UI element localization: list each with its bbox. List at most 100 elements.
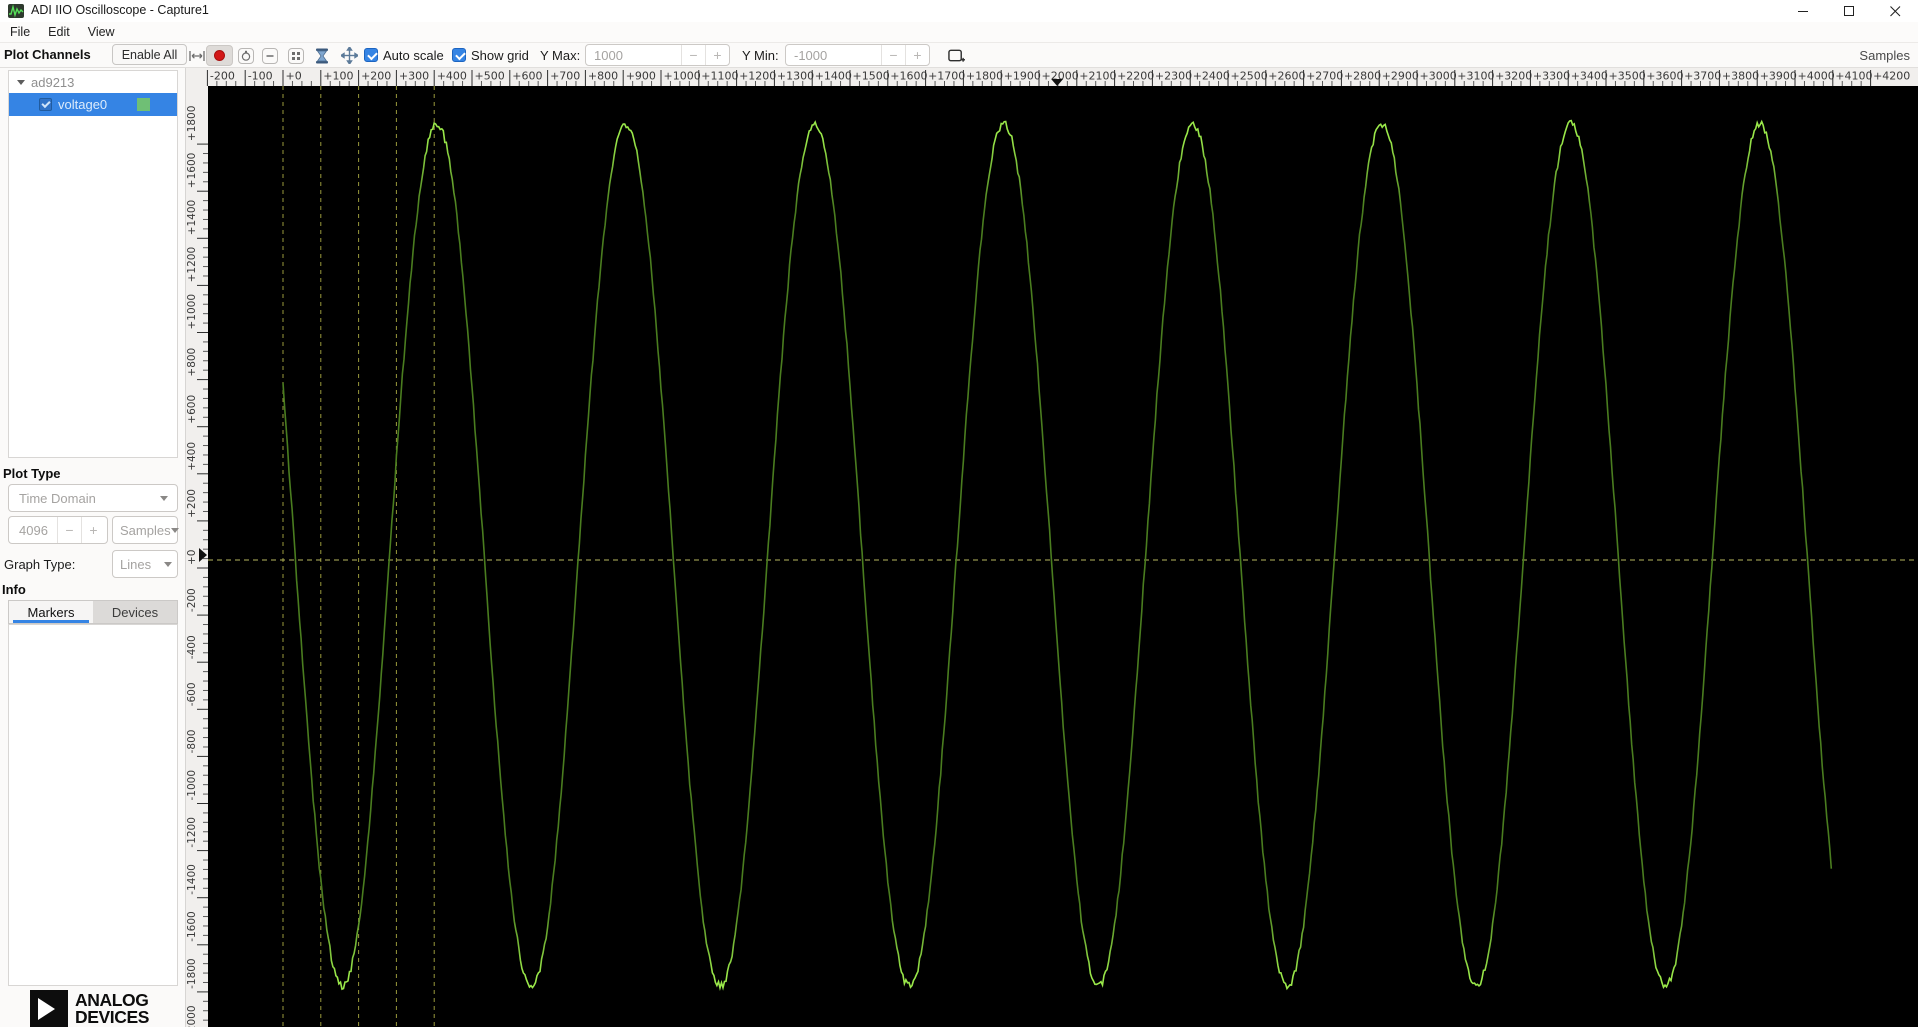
plot-background[interactable] <box>208 86 1918 1027</box>
x-tick-label: +100 <box>323 70 353 83</box>
sample-count-spinbox: − + <box>8 516 108 544</box>
tab-markers[interactable]: Markers <box>9 601 93 623</box>
channel-row-voltage0[interactable]: voltage0 <box>9 93 177 116</box>
analog-devices-logo: ANALOG DEVICES <box>30 990 149 1027</box>
y-tick-label: +1400 <box>186 200 198 236</box>
zoom-fit-icon[interactable] <box>287 47 304 64</box>
y-max-increment-button[interactable]: + <box>705 45 729 65</box>
x-tick-label: +800 <box>588 70 618 83</box>
x-tick-label: +3400 <box>1571 70 1608 83</box>
y-tick-label: +400 <box>186 442 198 471</box>
menu-file[interactable]: File <box>0 25 39 39</box>
y-tick-label: +800 <box>186 348 198 377</box>
channel-color-swatch[interactable] <box>137 98 150 111</box>
x-tick-label: +3800 <box>1722 70 1759 83</box>
sample-count-decrement-button[interactable]: − <box>57 517 81 543</box>
y-tick-label: -1000 <box>186 770 198 801</box>
graph-type-dropdown[interactable]: Lines <box>112 550 178 578</box>
expander-icon[interactable] <box>17 79 25 85</box>
show-grid-checkbox[interactable] <box>452 48 466 62</box>
titlebar[interactable]: ADI IIO Oscilloscope - Capture1 <box>0 0 1918 22</box>
show-grid-label: Show grid <box>471 48 529 63</box>
sample-count-increment-button[interactable]: + <box>81 517 105 543</box>
new-plot-icon[interactable] <box>948 47 965 64</box>
minimize-button[interactable] <box>1780 0 1826 22</box>
record-button[interactable] <box>206 45 233 66</box>
enable-all-button[interactable]: Enable All <box>112 44 187 65</box>
x-tick-label: +1500 <box>853 70 890 83</box>
x-tick-label: +1700 <box>928 70 965 83</box>
x-tick-label: +3600 <box>1646 70 1683 83</box>
maximize-button[interactable] <box>1826 0 1872 22</box>
y-max-input[interactable] <box>586 45 681 65</box>
menubar: File Edit View <box>0 22 1918 43</box>
oscilloscope-plot[interactable]: -200 -100 +0 +100 +200 +300 +400 +500 +600 +700 +8… <box>186 68 1918 1027</box>
chevron-down-icon <box>160 495 168 501</box>
plot-type-dropdown[interactable]: Time Domain <box>8 484 178 512</box>
x-tick-label: +2800 <box>1344 70 1381 83</box>
y-tick-label: -200 <box>186 588 198 612</box>
sample-count-input[interactable] <box>9 517 57 543</box>
x-tick-label: +2300 <box>1155 70 1192 83</box>
device-name: ad9213 <box>31 74 75 90</box>
adi-triangle-icon <box>30 990 68 1027</box>
y-tick-label: +1800 <box>186 106 198 142</box>
x-tick-label: +1600 <box>890 70 927 83</box>
x-tick-label: +300 <box>399 70 429 83</box>
y-min-decrement-button[interactable]: − <box>881 45 905 65</box>
sidebar: ad9213 voltage0 Plot Type Time Domain − … <box>0 68 186 1027</box>
y-tick-label: +0 <box>186 550 198 565</box>
logo-line2: DEVICES <box>75 1007 150 1027</box>
x-tick-label: +2600 <box>1268 70 1305 83</box>
stopwatch-icon[interactable] <box>237 47 254 64</box>
y-tick-label: -1400 <box>186 864 198 895</box>
waveform-canvas[interactable]: -200 -100 +0 +100 +200 +300 +400 +500 +600 +700 +8… <box>186 68 1918 1027</box>
x-tick-label: +900 <box>626 70 656 83</box>
x-tick-label: +3000 <box>1420 70 1457 83</box>
graph-type-label: Graph Type: <box>4 557 76 572</box>
sample-unit-dropdown[interactable]: Samples <box>112 516 179 544</box>
y-min-increment-button[interactable]: + <box>905 45 929 65</box>
y-tick-label: -1600 <box>186 911 198 942</box>
x-tick-label: -200 <box>210 70 235 83</box>
y-max-decrement-button[interactable]: − <box>681 45 705 65</box>
x-tick-label: +200 <box>361 70 391 83</box>
x-tick-label: +3300 <box>1533 70 1570 83</box>
x-tick-label: +1200 <box>739 70 776 83</box>
x-tick-label: +600 <box>512 70 542 83</box>
auto-scale-label: Auto scale <box>383 48 444 63</box>
menu-edit[interactable]: Edit <box>39 25 79 39</box>
channel-checkbox[interactable] <box>39 98 52 111</box>
close-button[interactable] <box>1872 0 1918 22</box>
y-tick-label: +600 <box>186 395 198 424</box>
x-tick-label: -100 <box>248 70 273 83</box>
fit-horizontal-icon[interactable] <box>188 47 205 64</box>
zoom-out-icon[interactable] <box>261 47 278 64</box>
x-tick-label: +2100 <box>1079 70 1116 83</box>
x-tick-label: +3700 <box>1684 70 1721 83</box>
y-tick-label: -600 <box>186 682 198 706</box>
x-tick-label: +4200 <box>1873 70 1910 83</box>
pan-crosshair-icon[interactable] <box>341 47 358 64</box>
hourglass-icon[interactable] <box>313 47 330 64</box>
device-row-ad9213[interactable]: ad9213 <box>9 71 177 93</box>
x-tick-label: +2900 <box>1382 70 1419 83</box>
y-tick-label: -400 <box>186 635 198 659</box>
auto-scale-checkbox[interactable] <box>364 48 378 62</box>
x-tick-label: +3200 <box>1495 70 1532 83</box>
y-min-input[interactable] <box>786 45 881 65</box>
x-tick-label: +2400 <box>1193 70 1230 83</box>
info-panel <box>8 624 178 986</box>
x-tick-label: +1800 <box>966 70 1003 83</box>
x-tick-label: +1000 <box>664 70 701 83</box>
y-tick-label: -1200 <box>186 817 198 848</box>
y-tick-label: -800 <box>186 730 198 754</box>
menu-view[interactable]: View <box>79 25 124 39</box>
x-tick-label: +700 <box>550 70 580 83</box>
x-tick-label: +0 <box>286 70 302 83</box>
tab-devices[interactable]: Devices <box>93 601 177 623</box>
channel-name: voltage0 <box>58 97 108 112</box>
x-tick-label: +400 <box>437 70 467 83</box>
y-min-spinbox: − + <box>785 44 930 66</box>
x-tick-label: +2200 <box>1117 70 1154 83</box>
